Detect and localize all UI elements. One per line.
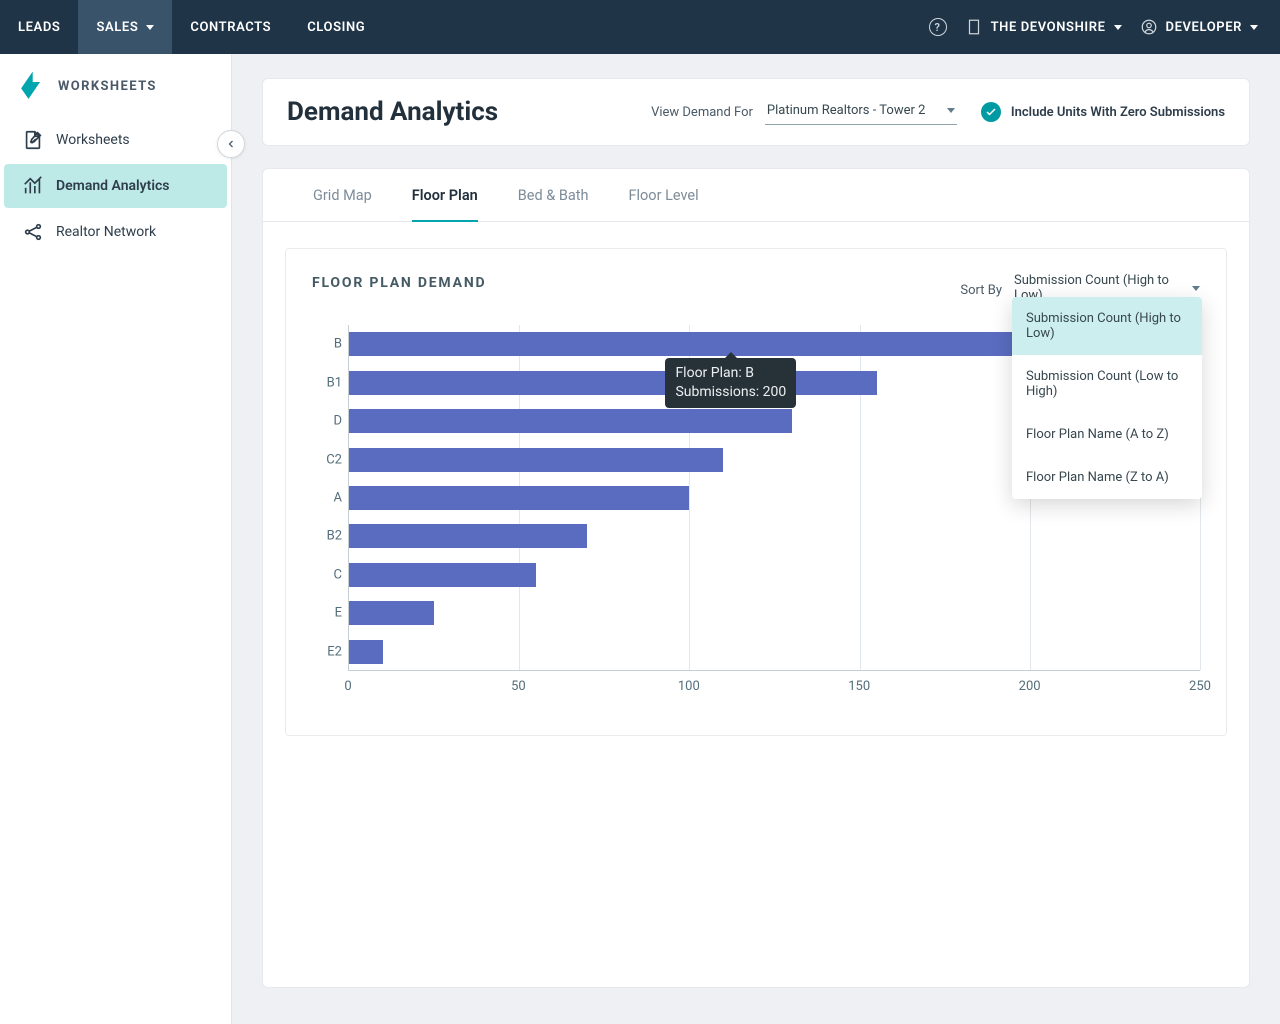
chart-bar[interactable] xyxy=(349,486,689,510)
view-for-select[interactable]: Platinum Realtors - Tower 2 xyxy=(765,99,957,125)
nav-contracts-label: CONTRACTS xyxy=(190,20,271,35)
chart-bar[interactable] xyxy=(349,371,877,395)
chart-bar[interactable] xyxy=(349,332,1030,356)
sidebar-item-label: Realtor Network xyxy=(56,224,156,240)
sort-option[interactable]: Submission Count (High to Low) xyxy=(1012,297,1202,355)
chevron-down-icon xyxy=(1192,286,1200,291)
y-axis-category: A xyxy=(312,491,342,506)
project-label: THE DEVONSHIRE xyxy=(991,20,1106,35)
analytics-icon xyxy=(22,175,44,197)
chart-tooltip: Floor Plan: B Submissions: 200 xyxy=(665,358,796,408)
sidebar-menu: Worksheets Demand Analytics Realtor Netw… xyxy=(0,118,231,254)
nav-sales[interactable]: SALES xyxy=(78,0,172,54)
sidebar-item-label: Demand Analytics xyxy=(56,178,169,194)
y-axis-category: C xyxy=(312,567,342,582)
tab-grid-map[interactable]: Grid Map xyxy=(313,169,372,221)
user-label: DEVELOPER xyxy=(1166,20,1242,35)
chart-bar[interactable] xyxy=(349,524,587,548)
sidebar-item-label: Worksheets xyxy=(56,132,130,148)
sort-label: Sort By xyxy=(960,283,1002,298)
nav-closing-label: CLOSING xyxy=(307,20,365,35)
nav-closing[interactable]: CLOSING xyxy=(289,0,383,54)
top-nav: LEADS SALES CONTRACTS CLOSING ? THE DEVO… xyxy=(0,0,1280,54)
x-axis-tick: 150 xyxy=(848,679,870,694)
view-for-value: Platinum Realtors - Tower 2 xyxy=(767,103,926,118)
worksheet-icon xyxy=(22,129,44,151)
content-area: Demand Analytics View Demand For Platinu… xyxy=(232,54,1280,1024)
include-zero-label: Include Units With Zero Submissions xyxy=(1011,105,1225,120)
sort-option[interactable]: Submission Count (Low to High) xyxy=(1012,355,1202,413)
y-axis-category: E xyxy=(312,606,342,621)
include-zero-toggle[interactable]: Include Units With Zero Submissions xyxy=(981,102,1225,122)
x-axis-tick: 100 xyxy=(678,679,700,694)
chevron-down-icon xyxy=(1250,25,1258,30)
tab-bed-bath[interactable]: Bed & Bath xyxy=(518,169,589,221)
y-axis-category: E2 xyxy=(312,644,342,659)
floor-plan-panel: FLOOR PLAN DEMAND Sort By Submission Cou… xyxy=(285,248,1227,736)
tabs: Grid Map Floor Plan Bed & Bath Floor Lev… xyxy=(263,169,1249,222)
view-demand-for-group: View Demand For Platinum Realtors - Towe… xyxy=(651,99,957,125)
network-icon xyxy=(22,221,44,243)
chart-bar[interactable] xyxy=(349,563,536,587)
chevron-down-icon xyxy=(947,108,955,113)
user-icon xyxy=(1140,18,1158,36)
chevron-down-icon xyxy=(146,25,154,30)
x-axis-tick: 0 xyxy=(344,679,351,694)
sidebar-item-realtor-network[interactable]: Realtor Network xyxy=(4,210,227,254)
y-axis-category: C2 xyxy=(312,452,342,467)
tab-floor-level[interactable]: Floor Level xyxy=(628,169,698,221)
y-axis-category: D xyxy=(312,414,342,429)
chart-bar[interactable] xyxy=(349,448,723,472)
x-axis-tick: 50 xyxy=(511,679,526,694)
tab-floor-plan[interactable]: Floor Plan xyxy=(412,169,478,222)
sort-option[interactable]: Floor Plan Name (Z to A) xyxy=(1012,456,1202,499)
user-menu[interactable]: DEVELOPER xyxy=(1140,18,1258,36)
logo-icon xyxy=(18,72,46,100)
nav-leads-label: LEADS xyxy=(18,20,60,35)
page-header-card: Demand Analytics View Demand For Platinu… xyxy=(262,78,1250,146)
y-axis-category: B2 xyxy=(312,529,342,544)
page-title: Demand Analytics xyxy=(287,97,498,127)
main-card: Grid Map Floor Plan Bed & Bath Floor Lev… xyxy=(262,168,1250,988)
sidebar-item-demand-analytics[interactable]: Demand Analytics xyxy=(4,164,227,208)
chart-bar[interactable] xyxy=(349,640,383,664)
check-circle-icon xyxy=(981,102,1001,122)
sidebar-collapse-button[interactable] xyxy=(217,130,245,158)
chevron-left-icon xyxy=(225,138,237,150)
nav-contracts[interactable]: CONTRACTS xyxy=(172,0,289,54)
sort-dropdown: Submission Count (High to Low) Submissio… xyxy=(1012,297,1202,499)
project-selector[interactable]: THE DEVONSHIRE xyxy=(965,18,1122,36)
sort-option[interactable]: Floor Plan Name (A to Z) xyxy=(1012,413,1202,456)
x-axis-tick: 200 xyxy=(1019,679,1041,694)
sidebar-title: WORKSHEETS xyxy=(58,79,157,94)
chart-bar[interactable] xyxy=(349,601,434,625)
chevron-down-icon xyxy=(1114,25,1122,30)
sidebar: WORKSHEETS Worksheets Demand Analytics xyxy=(0,54,232,1024)
view-for-label: View Demand For xyxy=(651,105,753,120)
y-axis-category: B xyxy=(312,337,342,352)
chart-bar[interactable] xyxy=(349,409,792,433)
sidebar-item-worksheets[interactable]: Worksheets xyxy=(4,118,227,162)
building-icon xyxy=(965,18,983,36)
x-axis-tick: 250 xyxy=(1189,679,1211,694)
nav-sales-label: SALES xyxy=(96,20,138,35)
y-axis-category: B1 xyxy=(312,375,342,390)
nav-leads[interactable]: LEADS xyxy=(0,0,78,54)
help-icon[interactable]: ? xyxy=(929,18,947,36)
